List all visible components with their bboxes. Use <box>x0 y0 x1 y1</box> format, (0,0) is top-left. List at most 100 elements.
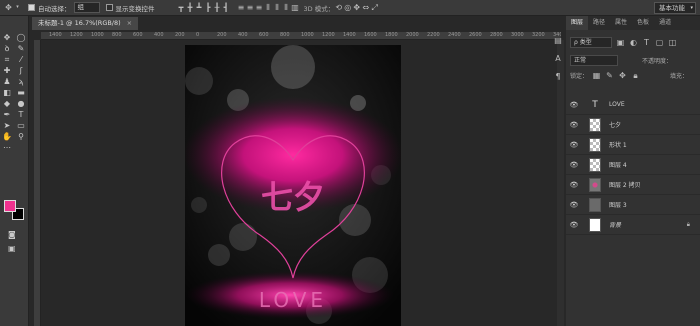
ruler-tick-label: 1800 <box>385 32 398 38</box>
foreground-color-swatch[interactable] <box>4 200 16 212</box>
lock-label: 锁定： <box>570 73 589 80</box>
close-icon[interactable]: × <box>127 19 132 27</box>
layer-row[interactable]: 👁︎ 七夕 <box>566 115 700 135</box>
healing-icon[interactable]: ✚ <box>0 65 14 76</box>
document-tab[interactable]: 未标题-1 @ 16.7%(RGB/8) × <box>32 17 139 30</box>
brush-icon[interactable]: ʃ <box>14 65 28 76</box>
heart-text: 七夕 <box>261 178 325 216</box>
shape-icon[interactable]: ▭ <box>14 120 28 131</box>
layer-name: 背景 <box>609 222 622 229</box>
marquee-icon[interactable]: ◯ <box>14 32 28 43</box>
adjust-filter-icon[interactable]: ◐ <box>629 38 638 47</box>
panel-tab[interactable]: 通道 <box>654 16 676 30</box>
visibility-eye-icon[interactable]: 👁︎ <box>566 181 582 189</box>
ruler-tick-label: 3000 <box>511 32 524 38</box>
lock-transparent-icon[interactable]: ▦ <box>592 71 601 80</box>
ruler-tick-label: 400 <box>238 32 248 38</box>
panel-tab[interactable]: 属性 <box>610 16 632 30</box>
paragraph-icon[interactable]: ¶ <box>552 72 564 90</box>
lasso-icon[interactable]: ꝺ <box>0 43 14 54</box>
panel-tab[interactable]: 色板 <box>632 16 654 30</box>
bokeh-circle <box>185 67 213 95</box>
layer-row[interactable]: 👁︎ 图层 2 拷贝 <box>566 175 700 195</box>
eyedropper-icon[interactable]: ⁄ <box>14 54 28 65</box>
history-brush-icon[interactable]: ϡ <box>14 76 28 87</box>
gradient-icon[interactable]: ▬ <box>14 87 28 98</box>
blend-mode-dropdown[interactable]: 正常 <box>570 55 618 66</box>
layer-row[interactable]: 👁︎ 形状 1 <box>566 135 700 155</box>
zoom-icon[interactable]: ⚲ <box>14 131 28 142</box>
eraser-icon[interactable]: ◧ <box>0 87 14 98</box>
layers-list: 👁︎ T LOVE 👁︎ 七夕 👁︎ 形状 1 👁︎ 图层 4 👁︎ 图层 2 拷贝 👁︎ 图层 3 👁︎… <box>566 95 700 235</box>
hand-icon[interactable]: ✋ <box>0 131 14 142</box>
align-left-icon[interactable]: ┣ <box>204 3 213 12</box>
type-icon[interactable]: T <box>14 109 28 120</box>
blur-icon[interactable]: ◆ <box>0 98 14 109</box>
show-transform-label: 显示变换控件 <box>115 4 155 13</box>
visibility-eye-icon[interactable]: 👁︎ <box>566 201 582 209</box>
lock-move-icon[interactable]: ✥ <box>618 71 627 80</box>
stamp-icon[interactable]: ♟ <box>0 76 14 87</box>
auto-select-dropdown[interactable]: 组 <box>73 2 100 13</box>
history-icon[interactable]: ▤ <box>552 36 564 54</box>
show-transform-checkbox[interactable] <box>105 4 113 11</box>
quick-select-icon[interactable]: ✎ <box>14 43 28 54</box>
layer-thumbnail <box>589 197 601 212</box>
align-hcenter-icon[interactable]: ╂ <box>213 3 222 12</box>
layer-row[interactable]: 👁︎ 图层 4 <box>566 155 700 175</box>
visibility-eye-icon[interactable]: 👁︎ <box>566 161 582 169</box>
bokeh-circle <box>191 197 207 213</box>
3d-pan-icon[interactable]: ✥ <box>352 3 361 12</box>
3d-scale-icon[interactable]: ⤢ <box>370 3 379 12</box>
type-filter-icon[interactable]: T <box>642 38 651 47</box>
smart-filter-icon[interactable]: ◫ <box>668 38 677 47</box>
ruler-tick-label: 2600 <box>469 32 482 38</box>
layer-row[interactable]: 👁︎ T LOVE <box>566 95 700 115</box>
move-tool-icon[interactable]: ✥ <box>4 3 13 12</box>
layer-filter-dropdown[interactable]: ρ 类型 <box>570 37 612 48</box>
ruler-tick-label: 2000 <box>406 32 419 38</box>
visibility-eye-icon[interactable]: 👁︎ <box>566 141 582 149</box>
layer-name: 七夕 <box>609 122 622 129</box>
panel-tab[interactable]: 图层 <box>566 16 589 30</box>
pixel-filter-icon[interactable]: ▣ <box>616 38 625 47</box>
screen-mode-icon[interactable]: ▣ <box>8 244 16 253</box>
lock-paint-icon[interactable]: ✎ <box>605 71 614 80</box>
distribute-top-icon[interactable]: ≡ <box>237 3 246 12</box>
ruler-tick-label: 400 <box>154 32 164 38</box>
align-right-icon[interactable]: ┫ <box>222 3 231 12</box>
distribute-hcenter-icon[interactable]: ⦀ <box>273 3 282 12</box>
align-vcenter-icon[interactable]: ╋ <box>186 3 195 12</box>
distribute-right-icon[interactable]: ⦀ <box>282 3 291 12</box>
layer-row[interactable]: 👁︎ 背景 🔒︎ <box>566 215 700 235</box>
visibility-eye-icon[interactable]: 👁︎ <box>566 101 582 109</box>
layer-row[interactable]: 👁︎ 图层 3 <box>566 195 700 215</box>
align-bottom-icon[interactable]: ┻ <box>195 3 204 12</box>
move-icon[interactable]: ✥ <box>0 32 14 43</box>
shape-filter-icon[interactable]: ▢ <box>655 38 664 47</box>
quick-mask-icon[interactable]: ◙ <box>8 230 16 239</box>
auto-align-icon[interactable]: ▥ <box>291 3 300 12</box>
canvas[interactable]: 七夕 LOVE <box>185 45 401 326</box>
character-icon[interactable]: A <box>552 54 564 72</box>
align-top-icon[interactable]: ┳ <box>177 3 186 12</box>
distribute-vcenter-icon[interactable]: ≡ <box>246 3 255 12</box>
dodge-icon[interactable]: ● <box>14 98 28 109</box>
crop-icon[interactable]: ⌗ <box>0 54 14 65</box>
pen-icon[interactable]: ✒ <box>0 109 14 120</box>
3d-slide-icon[interactable]: ⇔ <box>361 3 370 12</box>
dropdown-arrow-icon[interactable]: ▾ <box>13 3 22 12</box>
visibility-eye-icon[interactable]: 👁︎ <box>566 121 582 129</box>
visibility-eye-icon[interactable]: 👁︎ <box>566 221 582 229</box>
distribute-left-icon[interactable]: ⦀ <box>264 3 273 12</box>
artwork: 七夕 LOVE <box>185 45 401 326</box>
distribute-bottom-icon[interactable]: ≡ <box>255 3 264 12</box>
lock-all-icon[interactable]: 🔒︎ <box>631 71 640 80</box>
path-select-icon[interactable]: ➤ <box>0 120 14 131</box>
more-tools-icon[interactable]: ⋯ <box>0 142 14 153</box>
auto-select-checkbox[interactable] <box>28 4 35 11</box>
3d-roll-icon[interactable]: ◎ <box>343 3 352 12</box>
3d-rotate-icon[interactable]: ⟲ <box>334 3 343 12</box>
workspace-switcher[interactable]: 基本功能 ▾ <box>654 2 696 14</box>
panel-tab[interactable]: 路径 <box>588 16 610 30</box>
